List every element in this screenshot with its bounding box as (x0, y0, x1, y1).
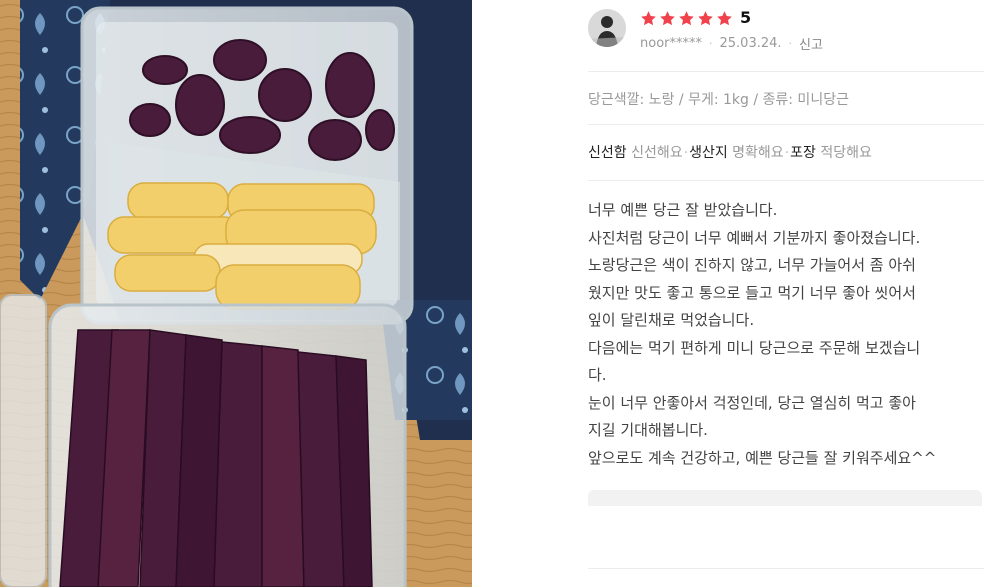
rating-score: 5 (740, 8, 752, 27)
review-text-line: 사진처럼 당근이 너무 예뻐서 기분까지 좋아졌습니다. (588, 228, 921, 247)
user-avatar-icon (588, 9, 626, 47)
divider (588, 71, 984, 72)
review-card: 5 noor***** · 25.03.24. · 신고 당근색깔: 노랑 / … (588, 0, 988, 587)
review-meta: noor***** · 25.03.24. · 신고 (640, 34, 823, 53)
attribute-value: 적당해요 (820, 145, 872, 161)
username: noor***** (640, 36, 702, 51)
review-text-line: 눈이 너무 안좋아서 걱정인데, 당근 열심히 먹고 좋아 (588, 393, 916, 412)
report-button[interactable]: 신고 (799, 34, 823, 53)
review-date: 25.03.24. (719, 36, 782, 51)
review-text-line: 잎이 달린채로 먹었습니다. (588, 311, 755, 329)
divider (588, 568, 984, 569)
attribute-key: 생산지 (689, 145, 728, 161)
attribute-key: 포장 (790, 145, 816, 161)
review-text-line: 웠지만 맛도 좋고 통으로 들고 먹기 너무 좋아 씻어서 (588, 283, 916, 302)
review-text-line: 지길 기대해봅니다. (588, 421, 708, 439)
rating-stars: 5 (640, 8, 751, 28)
review-text-line: 다. (588, 366, 607, 384)
attribute-separator: · (784, 145, 790, 161)
review-text-line: 노랑당근은 색이 진하지 않고, 너무 가늘어서 좀 아쉬 (588, 256, 916, 274)
food-photo-icon (0, 0, 472, 587)
review-text-line: 너무 예쁜 당근 잘 받았습니다. (588, 201, 778, 219)
review-text-line: 앞으로도 계속 건강하고, 예쁜 당근들 잘 키워주세요^^ (588, 448, 937, 467)
comment-box[interactable] (588, 490, 982, 506)
star-icon (679, 10, 694, 25)
review-text-line: 다음에는 먹기 편하게 미니 당근으로 주문해 보겠습니 (588, 338, 921, 357)
attribute-key: 신선함 (588, 145, 627, 161)
meta-separator: · (788, 37, 793, 50)
attribute-value: 명확해요 (732, 145, 784, 161)
review-photo[interactable] (0, 0, 472, 587)
review-header: 5 noor***** · 25.03.24. · 신고 (588, 8, 988, 58)
avatar[interactable] (588, 9, 626, 47)
review-attributes: 신선함 신선해요·생산지 명확해요·포장 적당해요 (588, 142, 872, 162)
purchase-options: 당근색깔: 노랑 / 무게: 1kg / 종류: 미니당근 (588, 92, 849, 108)
meta-separator: · (709, 37, 713, 50)
star-icon (660, 10, 675, 25)
divider (588, 180, 984, 181)
attribute-separator: · (683, 145, 689, 161)
star-icon (698, 10, 713, 25)
star-icon (641, 10, 656, 25)
review-body: 너무 예쁜 당근 잘 받았습니다. 사진처럼 당근이 너무 예뻐서 기분까지 좋… (588, 197, 980, 472)
star-icon (717, 10, 732, 25)
attribute-value: 신선해요 (631, 145, 683, 161)
divider (588, 124, 984, 125)
